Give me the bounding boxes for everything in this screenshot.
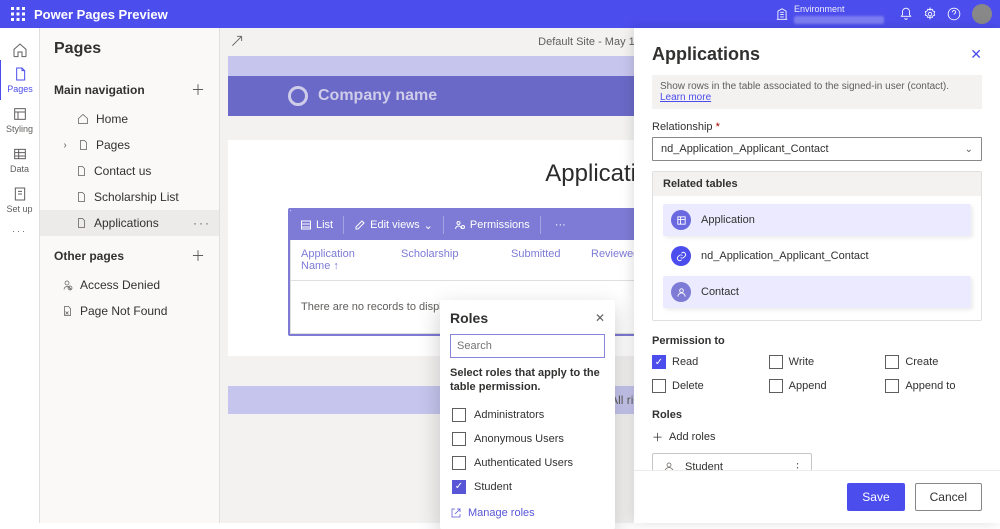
- roles-search-input[interactable]: [450, 334, 605, 358]
- add-other-page-icon[interactable]: ＋: [191, 246, 205, 266]
- rail-setup[interactable]: Set up: [0, 180, 40, 220]
- perm-appendto[interactable]: Append to: [885, 379, 982, 393]
- add-page-icon[interactable]: ＋: [191, 80, 205, 100]
- roles-section-label: Roles: [652, 409, 982, 421]
- rail-styling[interactable]: Styling: [0, 100, 40, 140]
- chevron-down-icon: ⌄: [424, 219, 433, 232]
- rail-data[interactable]: Data: [0, 140, 40, 180]
- role-checkbox-admin[interactable]: Administrators: [450, 403, 605, 427]
- relationship-label: Relationship *: [652, 121, 982, 133]
- sidebar-item-home[interactable]: Home: [40, 106, 219, 132]
- other-pages-header: Other pages ＋: [40, 236, 219, 272]
- table-icon: [671, 210, 691, 230]
- page-icon: [74, 164, 88, 178]
- perm-write[interactable]: Write: [769, 355, 866, 369]
- roles-hint: Select roles that apply to the table per…: [450, 366, 605, 395]
- manage-roles-link[interactable]: Manage roles: [450, 507, 605, 519]
- panel-title: Applications: [652, 44, 760, 65]
- environment-label-text: Environment: [794, 5, 884, 14]
- sidebar-item-label: Scholarship List: [94, 190, 179, 204]
- company-logo-icon: [288, 86, 308, 106]
- learn-more-link[interactable]: Learn more: [660, 92, 711, 103]
- related-table-contact[interactable]: Contact: [663, 276, 971, 308]
- sidebar-item-label: Access Denied: [80, 278, 160, 292]
- sidepanel-title: Pages: [40, 28, 219, 70]
- more-icon[interactable]: ···: [193, 216, 211, 230]
- rail-home[interactable]: [0, 36, 40, 60]
- waffle-icon[interactable]: [8, 4, 28, 24]
- expand-arrow-icon[interactable]: [230, 34, 244, 48]
- notifications-icon[interactable]: [894, 2, 918, 26]
- sidebar-item-contact[interactable]: Contact us: [40, 158, 219, 184]
- relationship-dropdown[interactable]: nd_Application_Applicant_Contact ⌄: [652, 137, 982, 161]
- denied-icon: [60, 278, 74, 292]
- sidebar-item-pages[interactable]: › Pages: [40, 132, 219, 158]
- chevron-down-icon: ⌄: [965, 144, 973, 155]
- toolbar-edit-views[interactable]: Edit views ⌄: [344, 210, 443, 240]
- page-icon: [74, 216, 88, 230]
- sidebar-item-access-denied[interactable]: Access Denied: [40, 272, 219, 298]
- sidebar-item-label: Home: [96, 112, 128, 126]
- role-checkbox-anon[interactable]: Anonymous Users: [450, 427, 605, 451]
- related-tables-header: Related tables: [653, 172, 981, 196]
- sidebar-item-not-found[interactable]: Page Not Found: [40, 298, 219, 324]
- page-icon: [76, 138, 90, 152]
- save-button[interactable]: Save: [847, 483, 904, 511]
- notfound-icon: [60, 304, 74, 318]
- perm-read[interactable]: ✓Read: [652, 355, 749, 369]
- roles-popover-title: Roles: [450, 310, 488, 326]
- col-application-name[interactable]: Application Name ↑: [291, 240, 391, 280]
- toolbar-list[interactable]: List: [290, 210, 343, 240]
- home-icon: [76, 112, 90, 126]
- company-name: Company name: [318, 87, 437, 105]
- role-checkbox-student[interactable]: ✓Student: [450, 475, 605, 499]
- app-title: Power Pages Preview: [34, 7, 168, 22]
- left-rail: Pages Styling Data Set up ···: [0, 28, 40, 523]
- info-strip: Show rows in the table associated to the…: [652, 75, 982, 109]
- top-bar: Power Pages Preview Environment: [0, 0, 1000, 28]
- environment-icon[interactable]: [770, 2, 794, 26]
- sidebar-item-scholarship[interactable]: Scholarship List: [40, 184, 219, 210]
- sidebar-item-applications[interactable]: Applications ···: [40, 210, 219, 236]
- role-checkbox-auth[interactable]: Authenticated Users: [450, 451, 605, 475]
- permissions-panel: Applications ✕ Show rows in the table as…: [634, 28, 1000, 523]
- rail-pages[interactable]: Pages: [0, 60, 39, 100]
- rail-pages-label: Pages: [7, 84, 33, 94]
- rail-data-label: Data: [10, 164, 29, 174]
- related-table-application[interactable]: Application: [663, 204, 971, 236]
- col-scholarship[interactable]: Scholarship: [391, 240, 501, 280]
- toolbar-permissions[interactable]: Permissions: [444, 210, 540, 240]
- rail-more[interactable]: ···: [0, 220, 40, 242]
- rail-setup-label: Set up: [6, 204, 32, 214]
- roles-popover: Roles ✕ Select roles that apply to the t…: [440, 300, 615, 529]
- person-icon: [671, 282, 691, 302]
- main-navigation-header: Main navigation ＋: [40, 70, 219, 106]
- cancel-button[interactable]: Cancel: [915, 483, 982, 511]
- close-panel-icon[interactable]: ✕: [970, 46, 982, 63]
- settings-icon[interactable]: [918, 2, 942, 26]
- related-tables-box: Related tables Application nd_Applicatio…: [652, 171, 982, 321]
- sidebar-item-label: Applications: [94, 216, 159, 230]
- sidebar-item-label: Contact us: [94, 164, 151, 178]
- close-icon[interactable]: ✕: [595, 311, 605, 325]
- pages-side-panel: Pages Main navigation ＋ Home › Pages Con…: [40, 28, 220, 523]
- help-icon[interactable]: [942, 2, 966, 26]
- perm-create[interactable]: Create: [885, 355, 982, 369]
- toolbar-more[interactable]: ···: [545, 210, 576, 240]
- avatar[interactable]: [972, 4, 992, 24]
- plus-icon: ＋: [652, 429, 663, 445]
- environment-label[interactable]: Environment: [794, 5, 884, 24]
- permission-to-label: Permission to: [652, 335, 982, 347]
- related-table-relation[interactable]: nd_Application_Applicant_Contact: [663, 240, 971, 272]
- sidebar-item-label: Page Not Found: [80, 304, 167, 318]
- add-roles-button[interactable]: ＋ Add roles: [652, 429, 982, 445]
- chevron-right-icon[interactable]: ›: [60, 140, 70, 151]
- page-icon: [74, 190, 88, 204]
- perm-delete[interactable]: Delete: [652, 379, 749, 393]
- link-icon: [671, 246, 691, 266]
- col-submitted[interactable]: Submitted: [501, 240, 581, 280]
- perm-append[interactable]: Append: [769, 379, 866, 393]
- rail-styling-label: Styling: [6, 124, 33, 134]
- sidebar-item-label: Pages: [96, 138, 130, 152]
